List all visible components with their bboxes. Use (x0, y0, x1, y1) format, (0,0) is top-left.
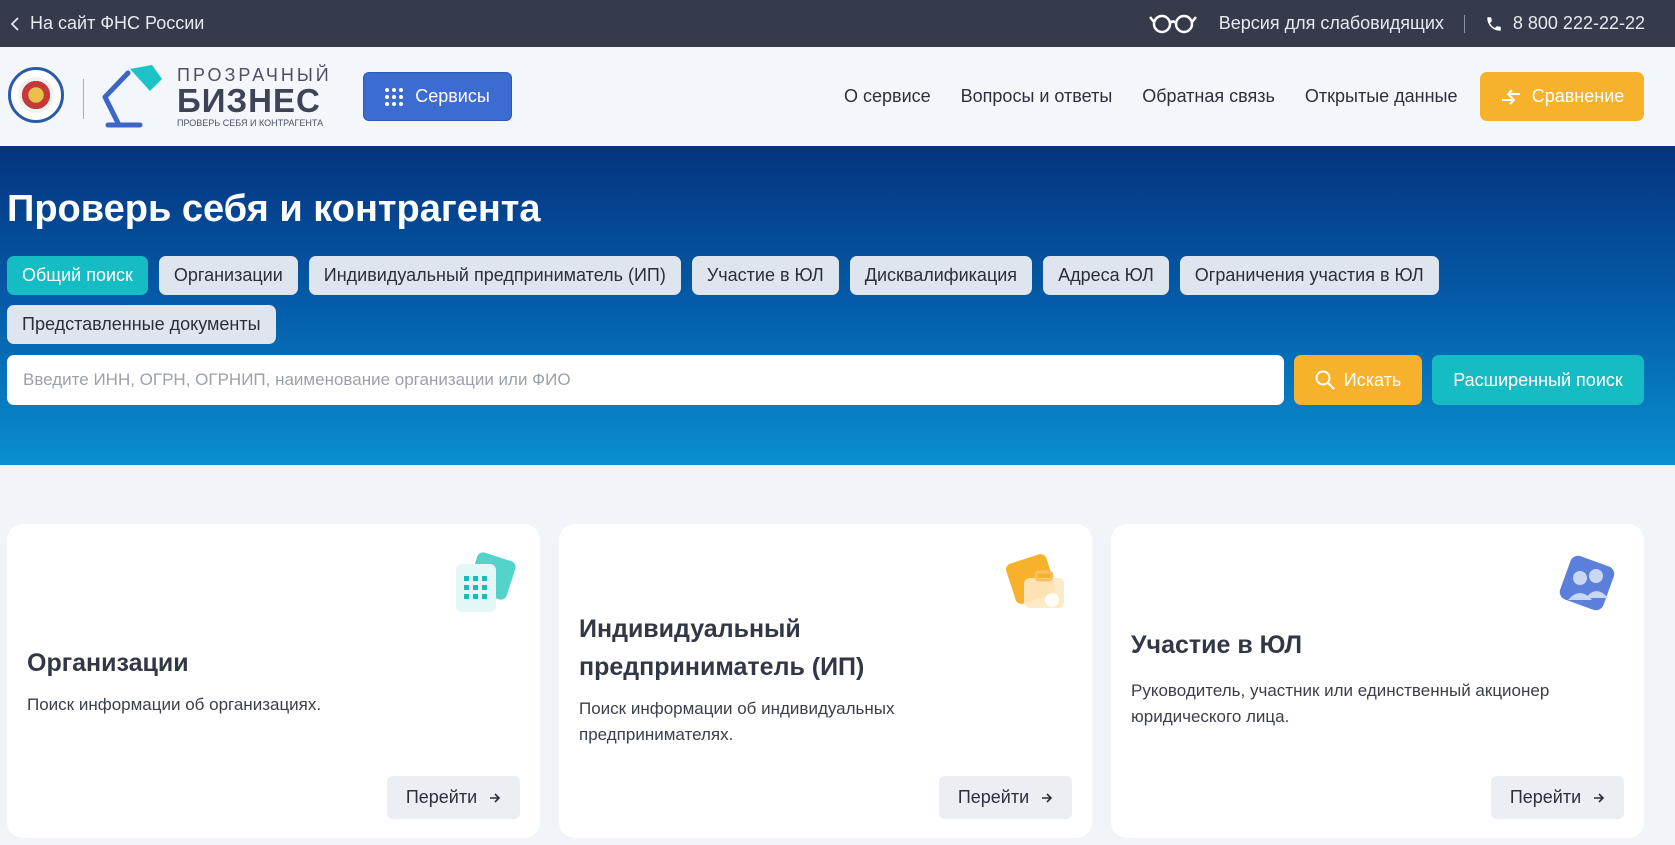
main-nav: О сервисе Вопросы и ответы Обратная связ… (844, 47, 1457, 146)
search-tabs: Общий поиск Организации Индивидуальный п… (7, 256, 1457, 344)
go-button-label: Перейти (957, 787, 1030, 807)
services-label: Сервисы (415, 86, 490, 106)
compare-button[interactable]: Сравнение (1480, 72, 1644, 121)
low-vision-link[interactable]: Версия для слабовидящих (1148, 13, 1444, 35)
advanced-search-button[interactable]: Расширенный поиск (1432, 355, 1644, 405)
search-button[interactable]: Искать (1294, 355, 1422, 405)
lamp-logo-icon[interactable] (100, 65, 168, 129)
card-title: Участие в ЮЛ (1131, 631, 1303, 659)
arrow-right-icon (1042, 792, 1053, 803)
tab-participation[interactable]: Участие в ЮЛ (691, 256, 839, 295)
compare-label: Сравнение (1531, 86, 1625, 106)
search-icon (1315, 370, 1335, 390)
tab-individual-entrepreneur[interactable]: Индивидуальный предприниматель (ИП) (308, 256, 681, 295)
tab-general-search[interactable]: Общий поиск (7, 256, 148, 295)
glasses-icon (1148, 14, 1197, 33)
phone-icon (1487, 16, 1501, 31)
low-vision-label: Версия для слабовидящих (1218, 13, 1444, 33)
phone-number: 8 800 222-22-22 (1512, 13, 1645, 33)
card-participation[interactable]: Участие в ЮЛ Руководитель, участник или … (1111, 524, 1644, 838)
go-button-label: Перейти (405, 787, 478, 807)
card-description: Поиск информации об индивидуальных предп… (579, 699, 895, 744)
grid-icon (385, 87, 404, 106)
brand-line-3: ПРОВЕРЬ СЕБЯ И КОНТРАГЕНТА (177, 118, 324, 128)
building-icon (456, 552, 516, 612)
card-description: Руководитель, участник или единственный … (1131, 681, 1550, 726)
tab-disqualification[interactable]: Дисквалификация (849, 256, 1033, 295)
go-button-label: Перейти (1509, 787, 1582, 807)
nav-about[interactable]: О сервисе (844, 86, 931, 107)
go-button[interactable]: Перейти (939, 776, 1072, 819)
nav-faq[interactable]: Вопросы и ответы (961, 86, 1113, 107)
search-input[interactable] (7, 355, 1284, 405)
back-to-fns-link[interactable]: На сайт ФНС России (10, 0, 204, 47)
tab-submitted-documents[interactable]: Представленные документы (7, 305, 276, 344)
tab-addresses[interactable]: Адреса ЮЛ (1043, 256, 1169, 295)
card-description: Поиск информации об организациях. (27, 695, 322, 714)
brand-logo-text[interactable]: ПРОЗРАЧНЫЙ БИЗНЕС ПРОВЕРЬ СЕБЯ И КОНТРАГ… (177, 66, 332, 129)
card-individual-entrepreneur[interactable]: Индивидуальный предприниматель (ИП) Поис… (559, 524, 1092, 838)
tab-participation-limits[interactable]: Ограничения участия в ЮЛ (1179, 256, 1439, 295)
tab-organizations[interactable]: Организации (158, 256, 298, 295)
search-hero: Проверь себя и контрагента Общий поиск О… (0, 146, 1675, 465)
nav-open-data[interactable]: Открытые данные (1305, 86, 1458, 107)
nav-feedback[interactable]: Обратная связь (1142, 86, 1275, 107)
top-bar: На сайт ФНС России Версия для слабовидящ… (0, 0, 1675, 47)
card-title: Индивидуальный предприниматель (ИП) (579, 615, 865, 681)
go-button[interactable]: Перейти (1491, 776, 1624, 819)
arrow-right-icon (1594, 792, 1605, 803)
phone-link[interactable]: 8 800 222-22-22 (1485, 13, 1645, 34)
compare-arrows-icon (1501, 88, 1520, 105)
brand-line-2: БИЗНЕС (177, 82, 321, 119)
back-link-label: На сайт ФНС России (30, 13, 205, 33)
logo-divider (83, 79, 84, 119)
fns-emblem-logo[interactable] (8, 67, 64, 123)
search-button-label: Искать (1343, 369, 1402, 390)
chevron-left-icon (10, 16, 19, 31)
card-title: Организации (27, 649, 189, 677)
arrow-right-icon (490, 792, 501, 803)
go-button[interactable]: Перейти (387, 776, 520, 819)
people-icon (1559, 555, 1615, 611)
topbar-divider (1463, 14, 1465, 33)
services-button[interactable]: Сервисы (363, 72, 512, 121)
page-title: Проверь себя и контрагента (7, 188, 541, 230)
card-organizations[interactable]: Организации Поиск информации об организа… (7, 524, 540, 838)
briefcase-icon (1006, 554, 1064, 608)
